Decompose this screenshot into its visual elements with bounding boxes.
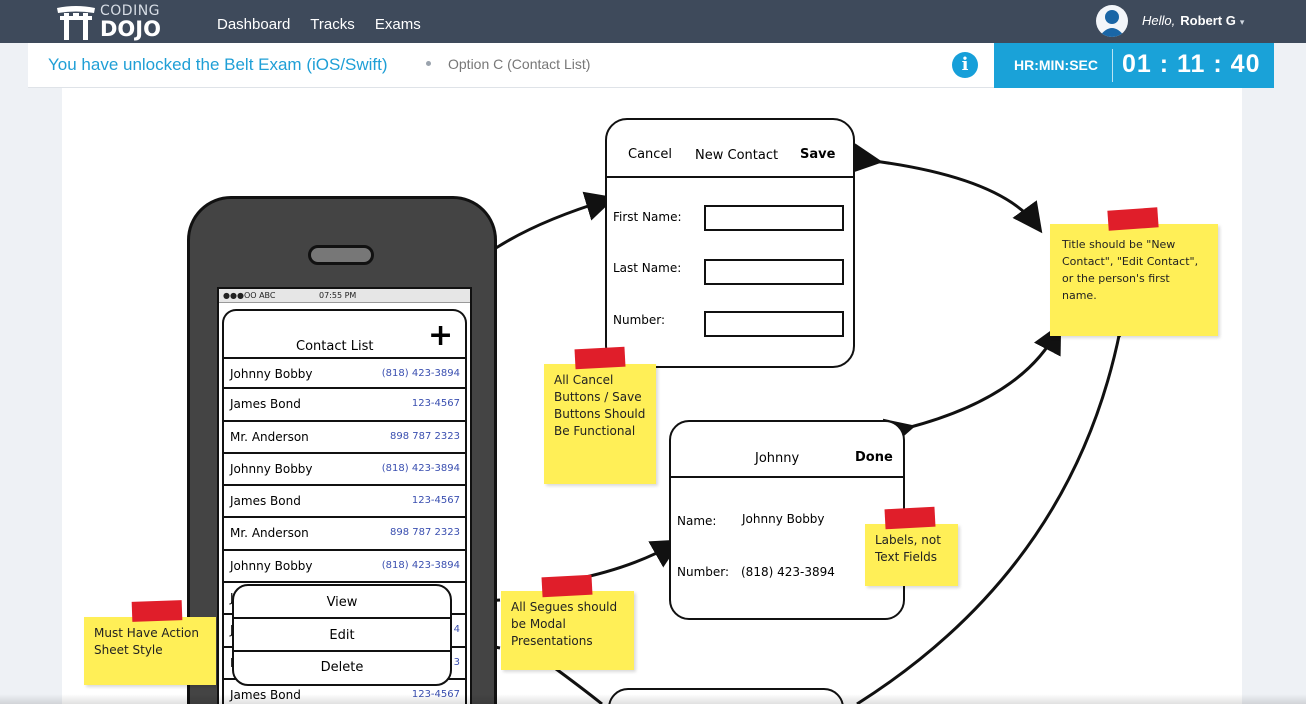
save-button[interactable]: Save — [800, 147, 835, 162]
first-name-field[interactable] — [704, 205, 844, 231]
tape — [1107, 207, 1159, 231]
user-menu[interactable]: Hello, Robert G ▾ — [1142, 13, 1244, 28]
chevron-down-icon: ▾ — [1239, 17, 1245, 27]
tape — [884, 506, 936, 530]
new-contact-title: New Contact — [695, 148, 779, 163]
add-contact-icon[interactable]: + — [428, 321, 453, 351]
detail-navbar: Johnny Done — [671, 422, 903, 478]
status-bar: ●●●OO ABC 07:55 PM — [219, 289, 470, 303]
detail-name-value: Johnny Bobby — [742, 512, 825, 526]
sticky-note-title: Title should be "New Contact", "Edit Con… — [1050, 224, 1218, 336]
contact-row[interactable]: Mr. Anderson 898 787 2323 — [222, 518, 467, 551]
info-icon[interactable]: i — [952, 52, 978, 78]
nav-exams[interactable]: Exams — [375, 16, 421, 33]
tape — [131, 600, 183, 622]
contact-name: Mr. Anderson — [230, 429, 309, 444]
contact-number: 898 787 2323 — [390, 430, 460, 442]
greeting: Hello, — [1142, 13, 1176, 28]
contact-name: James Bond — [230, 494, 301, 509]
contact-row[interactable]: Johnny Bobby (818) 423-3894 — [222, 550, 467, 584]
contact-number: (818) 423-3894 — [381, 462, 460, 474]
contact-name: James Bond — [230, 397, 301, 412]
torii-gate-icon — [57, 6, 95, 40]
contact-number: 3 — [453, 656, 460, 668]
nav-dashboard[interactable]: Dashboard — [217, 16, 290, 33]
tape — [541, 574, 593, 598]
phone-speaker — [308, 245, 374, 265]
contact-name: Johnny Bobby — [230, 558, 313, 573]
detail-number-value: (818) 423-3894 — [741, 565, 835, 579]
contact-number: 123-4567 — [411, 495, 460, 507]
contact-number: 4 — [453, 624, 460, 636]
top-navbar: CODING DOJO Dashboard Tracks Exams Hello… — [0, 0, 1306, 43]
done-button[interactable]: Done — [855, 450, 893, 465]
last-name-field[interactable] — [704, 259, 844, 285]
sticky-note-action: Must Have Action Sheet Style — [84, 617, 216, 685]
exam-option: Option C (Contact List) — [448, 56, 591, 72]
action-sheet: View Edit Delete — [232, 584, 452, 686]
action-delete[interactable]: Delete — [234, 652, 450, 684]
user-silhouette-icon — [1099, 10, 1125, 37]
contact-number: 898 787 2323 — [390, 527, 460, 539]
new-contact-screen: Cancel New Contact Save First Name: Last… — [605, 118, 855, 368]
status-carrier: ●●●OO ABC — [223, 291, 276, 300]
timer-value: 01 : 11 : 40 — [1122, 50, 1261, 78]
note-segues-text: All Segues should be Modal Presentations — [511, 600, 618, 648]
note-title-text: Title should be "New Contact", "Edit Con… — [1062, 238, 1199, 302]
contact-name: Mr. Anderson — [230, 526, 309, 541]
detail-title: Johnny — [755, 451, 800, 466]
contact-number: 123-4567 — [411, 398, 460, 410]
logo-text-dojo: DOJO — [100, 17, 161, 41]
exam-status-bar: You have unlocked the Belt Exam (iOS/Swi… — [28, 43, 1274, 88]
contact-list-header: Contact List + — [222, 309, 467, 359]
action-edit[interactable]: Edit — [234, 619, 450, 652]
sticky-note-labels: Labels, not Text Fields — [865, 524, 958, 586]
bottom-shadow — [0, 694, 1306, 704]
action-view[interactable]: View — [234, 586, 450, 619]
timer-label: HR:MIN:SEC — [1014, 57, 1098, 73]
contact-row[interactable]: Mr. Anderson 898 787 2323 — [222, 421, 467, 454]
note-action-text: Must Have Action Sheet Style — [94, 626, 199, 657]
new-contact-navbar: Cancel New Contact Save — [607, 120, 853, 178]
status-time: 07:55 PM — [319, 291, 357, 300]
first-name-label: First Name: — [613, 210, 682, 224]
nav-tracks[interactable]: Tracks — [310, 16, 354, 33]
contact-list-title: Contact List — [296, 339, 374, 354]
contact-row[interactable]: James Bond 123-4567 — [222, 389, 467, 422]
timer-divider — [1112, 49, 1113, 82]
user-avatar[interactable] — [1096, 5, 1128, 37]
exam-unlocked-title[interactable]: You have unlocked the Belt Exam (iOS/Swi… — [48, 55, 388, 75]
contact-number: (818) 423-3894 — [381, 559, 460, 571]
tape — [574, 346, 626, 370]
exam-timer: HR:MIN:SEC 01 : 11 : 40 — [994, 43, 1274, 88]
number-label: Number: — [613, 313, 666, 327]
user-name: Robert G — [1180, 13, 1236, 28]
contact-row[interactable]: Johnny Bobby (818) 423-3894 — [222, 453, 467, 487]
contact-name: Johnny Bobby — [230, 461, 313, 476]
contact-name: Johnny Bobby — [230, 367, 313, 381]
coding-dojo-logo[interactable]: CODING DOJO — [56, 3, 176, 41]
contact-detail-screen: Johnny Done Name: Johnny Bobby Number: (… — [669, 420, 905, 620]
number-field[interactable] — [704, 311, 844, 337]
contact-row[interactable]: James Bond 123-4567 — [222, 486, 467, 519]
contact-number: (818) 423-3894 — [381, 368, 460, 379]
detail-name-label: Name: — [677, 514, 717, 528]
main-nav: Dashboard Tracks Exams — [217, 16, 437, 33]
contact-row[interactable]: Johnny Bobby (818) 423-3894 — [222, 357, 467, 390]
sticky-note-segues: All Segues should be Modal Presentations — [501, 591, 634, 670]
last-name-label: Last Name: — [613, 261, 682, 275]
separator-dot — [426, 61, 431, 66]
detail-number-label: Number: — [677, 565, 730, 579]
wireframe-image: ●●●OO ABC 07:55 PM Contact List + Johnny… — [62, 88, 1242, 704]
note-cancel-text: All Cancel Buttons / Save Buttons Should… — [554, 373, 646, 438]
note-labels-text: Labels, not Text Fields — [875, 533, 941, 564]
sticky-note-cancel: All Cancel Buttons / Save Buttons Should… — [544, 364, 656, 484]
cancel-button[interactable]: Cancel — [628, 147, 672, 162]
